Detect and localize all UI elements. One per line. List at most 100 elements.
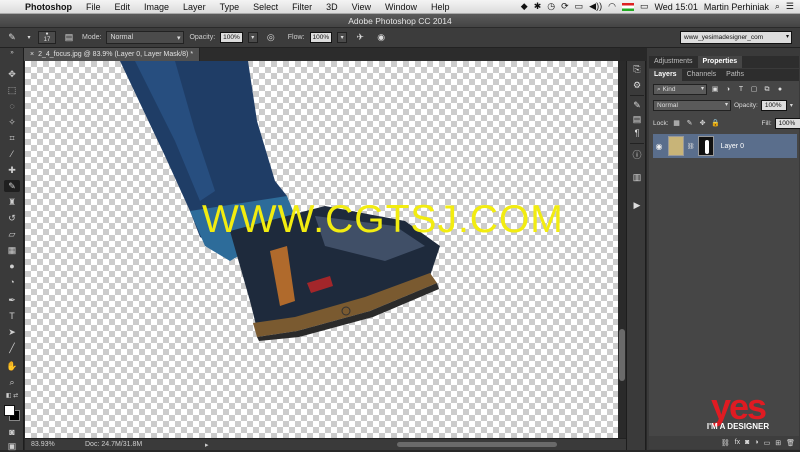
tab-paths[interactable]: Paths	[721, 69, 749, 81]
menu-app[interactable]: Photoshop	[18, 0, 79, 14]
type-tool-icon[interactable]: T	[4, 310, 20, 322]
bluetooth-icon[interactable]: ✱	[534, 1, 542, 12]
layer-mask-thumbnail[interactable]	[697, 136, 714, 156]
new-group-icon[interactable]: ▭	[764, 439, 771, 447]
filter-shape-icon[interactable]: ▢	[749, 85, 759, 95]
blur-tool-icon[interactable]: ●	[4, 260, 20, 272]
default-colors-icon[interactable]: ◧ ⇄	[4, 392, 20, 400]
menu-edit[interactable]: Edit	[108, 0, 138, 14]
sync-icon[interactable]: ⟳	[561, 1, 569, 12]
wifi-icon[interactable]: ◠	[608, 1, 616, 12]
input-flag-icon[interactable]	[621, 2, 634, 11]
display-icon[interactable]: ▭	[575, 1, 584, 12]
status-arrow-icon[interactable]: ▸	[205, 441, 209, 449]
add-mask-icon[interactable]: ◙	[745, 439, 749, 446]
link-layers-icon[interactable]: ⛓	[721, 439, 730, 447]
vertical-scroll-thumb[interactable]	[619, 329, 625, 381]
tab-adjustments[interactable]: Adjustments	[649, 56, 698, 68]
blend-mode-select[interactable]: Normal ▾	[653, 100, 731, 111]
tab-properties[interactable]: Properties	[697, 56, 743, 68]
lock-position-icon[interactable]: ✥	[698, 119, 708, 129]
layer-row[interactable]: ◉ ⛓ Layer 0	[653, 134, 797, 158]
flow-input[interactable]: 100%	[309, 32, 333, 43]
timemachine-icon[interactable]: ◷	[547, 1, 555, 12]
lock-pixels-icon[interactable]: ✎	[685, 119, 695, 129]
clone-stamp-tool-icon[interactable]: ♜	[4, 196, 20, 208]
layer-name[interactable]: Layer 0	[721, 143, 744, 150]
mode-select[interactable]: Normal ▾	[106, 31, 185, 44]
pressure-size-icon[interactable]: ◉	[373, 31, 389, 45]
quick-select-tool-icon[interactable]: ✧	[4, 116, 20, 128]
tab-channels[interactable]: Channels	[682, 69, 722, 81]
vertical-scrollbar[interactable]	[618, 61, 626, 438]
menu-layer[interactable]: Layer	[176, 0, 213, 14]
battery-icon[interactable]: ▭	[640, 1, 649, 12]
filter-type-icon[interactable]: T	[736, 85, 746, 95]
lock-all-icon[interactable]: 🔒	[711, 119, 721, 129]
menu-file[interactable]: File	[79, 0, 108, 14]
lock-transparency-icon[interactable]: ▦	[672, 119, 682, 129]
paragraph-panel-icon[interactable]: ¶	[630, 127, 644, 140]
visibility-eye-icon[interactable]: ◉	[653, 142, 665, 151]
brush-panel-icon[interactable]: ▤	[61, 31, 77, 45]
filter-kind-select[interactable]: ⌕ Kind ▾	[653, 84, 707, 95]
menu-3d[interactable]: 3D	[319, 0, 345, 14]
line-tool-icon[interactable]: ╱	[4, 342, 20, 354]
opacity-dropdown-icon[interactable]: ▾	[247, 32, 258, 43]
new-layer-icon[interactable]: ⊞	[775, 439, 781, 447]
history-panel-icon[interactable]: ⎘	[630, 63, 644, 76]
eraser-tool-icon[interactable]: ▱	[4, 228, 20, 240]
chevron-down-icon[interactable]: ▾	[790, 102, 793, 109]
filter-adjustment-icon[interactable]: ◑	[723, 85, 733, 95]
crop-tool-icon[interactable]: ⌗	[4, 132, 20, 144]
brush-panel-icon[interactable]: ✎	[630, 99, 644, 112]
menu-type[interactable]: Type	[213, 0, 247, 14]
layer-comps-icon[interactable]: ▥	[630, 171, 644, 184]
fx-icon[interactable]: fx	[735, 439, 740, 446]
fill-input[interactable]: 100%	[774, 118, 800, 129]
brush-tool-icon[interactable]: ✎	[4, 180, 20, 192]
zoom-level[interactable]: 83.93%	[25, 441, 85, 448]
filter-smart-icon[interactable]: ⧉	[762, 85, 772, 95]
mask-link-icon[interactable]: ⛓	[687, 143, 695, 150]
history-brush-tool-icon[interactable]: ↺	[4, 212, 20, 224]
workspace-select[interactable]: www_yesimadesigner_com ▾	[680, 31, 792, 44]
healing-brush-tool-icon[interactable]: ✚	[4, 164, 20, 176]
screen-mode-icon[interactable]: ▣	[4, 440, 20, 452]
brush-tool-icon[interactable]: ✎	[4, 31, 20, 45]
filter-toggle-icon[interactable]: ●	[775, 85, 785, 95]
menu-image[interactable]: Image	[137, 0, 176, 14]
adjustment-layer-icon[interactable]: ◑	[754, 439, 758, 446]
lasso-tool-icon[interactable]: ◌	[4, 100, 20, 112]
horizontal-scroll-thumb[interactable]	[397, 442, 557, 447]
layer-thumbnail[interactable]	[668, 136, 684, 156]
menu-view[interactable]: View	[345, 0, 378, 14]
eyedropper-tool-icon[interactable]: ⁄	[4, 148, 20, 160]
path-selection-tool-icon[interactable]: ➤	[4, 326, 20, 338]
menu-filter[interactable]: Filter	[285, 0, 319, 14]
foreground-color-swatch[interactable]	[4, 405, 15, 416]
layer-opacity-input[interactable]: 100%	[760, 100, 787, 111]
tool-presets-icon[interactable]: ⚙	[630, 79, 644, 92]
hand-tool-icon[interactable]: ✋	[4, 360, 20, 372]
close-icon[interactable]: ×	[30, 51, 34, 58]
dropdown-arrow-icon[interactable]: ▾	[25, 31, 33, 45]
dropbox-icon[interactable]: ◆	[521, 1, 528, 12]
notifications-icon[interactable]: ☰	[786, 1, 794, 12]
gradient-tool-icon[interactable]: ▦	[4, 244, 20, 256]
filter-pixel-icon[interactable]: ▣	[710, 85, 720, 95]
panel-collapse-icon[interactable]: »	[4, 50, 20, 56]
menu-help[interactable]: Help	[424, 0, 457, 14]
opacity-input[interactable]: 100%	[220, 32, 243, 43]
actions-panel-icon[interactable]: ▶	[630, 199, 644, 212]
volume-icon[interactable]: ◀))	[589, 1, 602, 12]
brush-presets-icon[interactable]: ▤	[630, 113, 644, 126]
dodge-tool-icon[interactable]: ◔	[4, 276, 20, 288]
airbrush-icon[interactable]: ✈	[352, 31, 368, 45]
document-tab[interactable]: × 2_4_focus.jpg @ 83.9% (Layer 0, Layer …	[24, 48, 201, 61]
menubar-user[interactable]: Martin Perhiniak	[704, 2, 769, 12]
zoom-tool-icon[interactable]: ⌕	[4, 376, 20, 388]
tab-layers[interactable]: Layers	[649, 69, 682, 81]
quick-mask-icon[interactable]: ◙	[4, 426, 20, 438]
brush-preset-picker[interactable]: ● 17	[38, 31, 56, 44]
